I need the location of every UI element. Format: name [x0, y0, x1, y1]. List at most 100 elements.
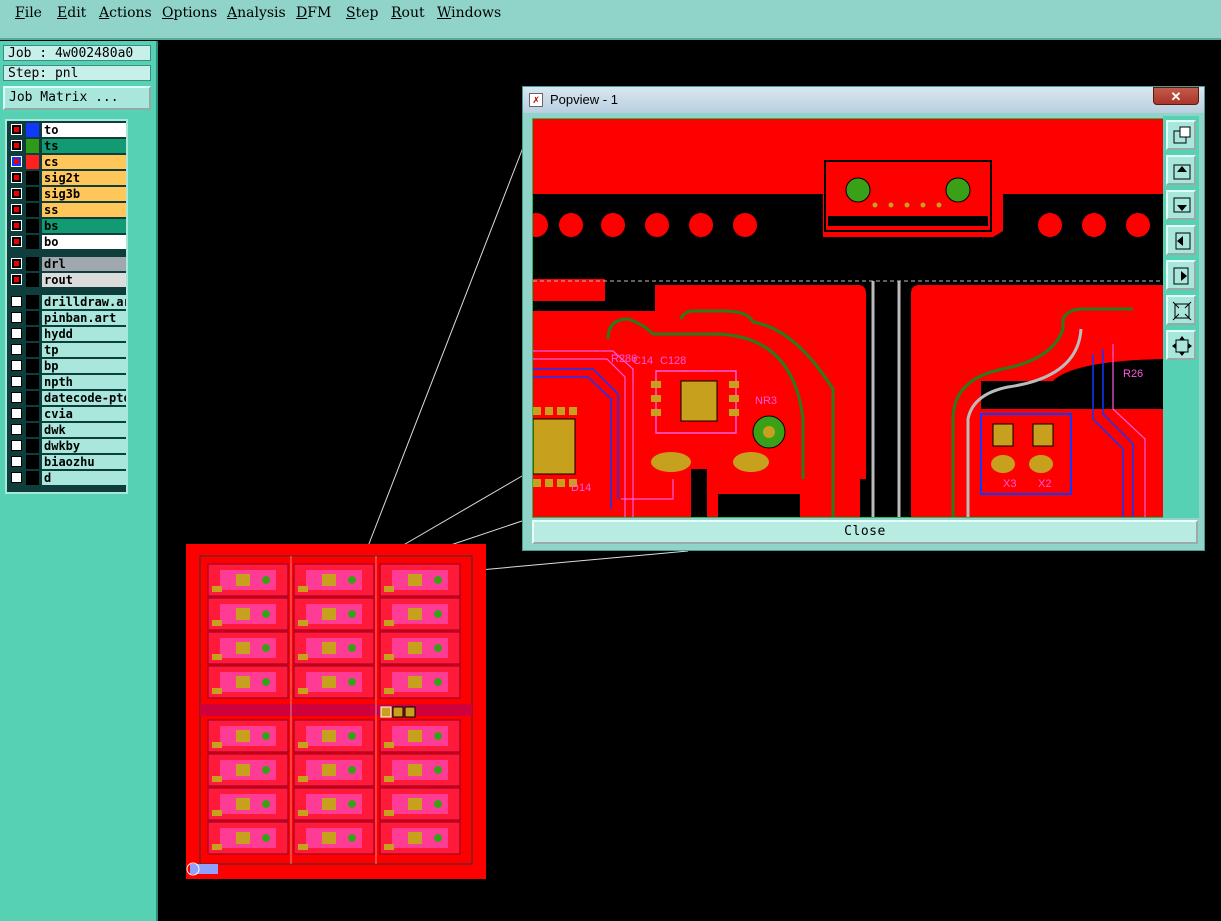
layer-affected-checkbox-on[interactable]	[11, 274, 22, 285]
layer-row[interactable]: biaozhu	[9, 455, 126, 469]
layer-color-swatch[interactable]	[26, 219, 39, 233]
layer-row[interactable]: sig2t	[9, 171, 126, 185]
layer-affected-checkbox-on[interactable]	[11, 156, 22, 167]
layer-affected-checkbox-on[interactable]	[11, 124, 22, 135]
pan-left-button[interactable]	[1166, 225, 1196, 255]
menu-analysis[interactable]: Analysis	[227, 5, 286, 21]
pan-right-button[interactable]	[1166, 260, 1196, 290]
job-matrix-button[interactable]: Job Matrix ...	[3, 86, 151, 110]
layer-name-ts[interactable]: ts	[42, 139, 126, 153]
menu-rout[interactable]: Rout	[391, 5, 425, 21]
layer-color-swatch[interactable]	[26, 257, 39, 271]
layer-color-swatch[interactable]	[26, 359, 39, 373]
layer-name-datecode-pto[interactable]: datecode-pto	[42, 391, 126, 405]
layer-color-swatch[interactable]	[26, 295, 39, 309]
layer-name-npth[interactable]: npth	[42, 375, 126, 389]
layer-row[interactable]: hydd	[9, 327, 126, 341]
layer-affected-checkbox-off[interactable]	[11, 392, 22, 403]
layer-name-rout[interactable]: rout	[42, 273, 126, 287]
layer-color-swatch[interactable]	[26, 187, 39, 201]
layer-name-bo[interactable]: bo	[42, 235, 126, 249]
layer-name-cvia[interactable]: cvia	[42, 407, 126, 421]
layer-name-pinban-art[interactable]: pinban.art	[42, 311, 126, 325]
layer-name-drl[interactable]: drl	[42, 257, 126, 271]
layer-row[interactable]: pinban.art	[9, 311, 126, 325]
zoom-down-button[interactable]	[1166, 190, 1196, 220]
layer-row[interactable]: tp	[9, 343, 126, 357]
layer-color-swatch[interactable]	[26, 455, 39, 469]
layer-color-swatch[interactable]	[26, 235, 39, 249]
layer-name-cs[interactable]: cs	[42, 155, 126, 169]
layer-color-swatch[interactable]	[26, 155, 39, 169]
layer-color-swatch[interactable]	[26, 327, 39, 341]
layer-row[interactable]: rout	[9, 273, 126, 287]
layer-row[interactable]: bs	[9, 219, 126, 233]
menu-actions[interactable]: Actions	[99, 5, 152, 21]
layer-name-ss[interactable]: ss	[42, 203, 126, 217]
layer-row[interactable]: dwkby	[9, 439, 126, 453]
layer-affected-checkbox-off[interactable]	[11, 312, 22, 323]
layer-row[interactable]: drilldraw.art	[9, 295, 126, 309]
layer-row[interactable]: bo	[9, 235, 126, 249]
layer-affected-checkbox-off[interactable]	[11, 376, 22, 387]
layer-name-bs[interactable]: bs	[42, 219, 126, 233]
layer-affected-checkbox-off[interactable]	[11, 328, 22, 339]
layer-affected-checkbox-off[interactable]	[11, 360, 22, 371]
layer-affected-checkbox-off[interactable]	[11, 408, 22, 419]
layer-affected-checkbox-off[interactable]	[11, 472, 22, 483]
layer-name-sig2t[interactable]: sig2t	[42, 171, 126, 185]
layer-affected-checkbox-on[interactable]	[11, 220, 22, 231]
layer-row[interactable]: sig3b	[9, 187, 126, 201]
layer-name-drilldraw-art[interactable]: drilldraw.art	[42, 295, 126, 309]
layer-name-biaozhu[interactable]: biaozhu	[42, 455, 126, 469]
popview-zoom-view[interactable]: C128 NR3 R286 R26 X3 X2 C14 D14	[532, 118, 1164, 518]
layer-color-swatch[interactable]	[26, 423, 39, 437]
menu-file[interactable]: File	[15, 5, 42, 21]
layer-affected-checkbox-on[interactable]	[11, 188, 22, 199]
layer-row[interactable]: dwk	[9, 423, 126, 437]
menu-edit[interactable]: Edit	[57, 5, 86, 21]
layer-row[interactable]: bp	[9, 359, 126, 373]
zoom-up-button[interactable]	[1166, 155, 1196, 185]
menu-windows[interactable]: Windows	[437, 5, 501, 21]
menu-options[interactable]: Options	[162, 5, 217, 21]
layer-row[interactable]: ts	[9, 139, 126, 153]
layer-affected-checkbox-on[interactable]	[11, 172, 22, 183]
layer-row[interactable]: npth	[9, 375, 126, 389]
layer-row[interactable]: drl	[9, 257, 126, 271]
layer-color-swatch[interactable]	[26, 391, 39, 405]
layer-affected-checkbox-on[interactable]	[11, 140, 22, 151]
layer-affected-checkbox-off[interactable]	[11, 440, 22, 451]
zoom-center-button[interactable]	[1166, 330, 1196, 360]
layer-color-swatch[interactable]	[26, 171, 39, 185]
layer-color-swatch[interactable]	[26, 407, 39, 421]
menu-dfm[interactable]: DFM	[296, 5, 331, 21]
layer-affected-checkbox-off[interactable]	[11, 344, 22, 355]
layer-row[interactable]: cs	[9, 155, 126, 169]
window-close-button[interactable]: ✕	[1153, 87, 1199, 105]
layer-color-swatch[interactable]	[26, 471, 39, 485]
layer-row[interactable]: cvia	[9, 407, 126, 421]
close-button[interactable]: Close	[532, 520, 1198, 544]
layer-color-swatch[interactable]	[26, 273, 39, 287]
layer-name-dwkby[interactable]: dwkby	[42, 439, 126, 453]
layer-color-swatch[interactable]	[26, 203, 39, 217]
layer-color-swatch[interactable]	[26, 311, 39, 325]
layer-row[interactable]: to	[9, 123, 126, 137]
layer-affected-checkbox-off[interactable]	[11, 456, 22, 467]
layer-affected-checkbox-on[interactable]	[11, 258, 22, 269]
layer-color-swatch[interactable]	[26, 375, 39, 389]
layer-name-bp[interactable]: bp	[42, 359, 126, 373]
layer-color-swatch[interactable]	[26, 439, 39, 453]
layer-color-swatch[interactable]	[26, 139, 39, 153]
layer-affected-checkbox-off[interactable]	[11, 296, 22, 307]
zoom-fit-button[interactable]	[1166, 295, 1196, 325]
layer-name-d[interactable]: d	[42, 471, 126, 485]
layer-affected-checkbox-off[interactable]	[11, 424, 22, 435]
menu-step[interactable]: Step	[346, 5, 378, 21]
layer-color-swatch[interactable]	[26, 343, 39, 357]
layer-row[interactable]: datecode-pto	[9, 391, 126, 405]
layer-color-swatch[interactable]	[26, 123, 39, 137]
layer-name-tp[interactable]: tp	[42, 343, 126, 357]
layer-affected-checkbox-on[interactable]	[11, 236, 22, 247]
